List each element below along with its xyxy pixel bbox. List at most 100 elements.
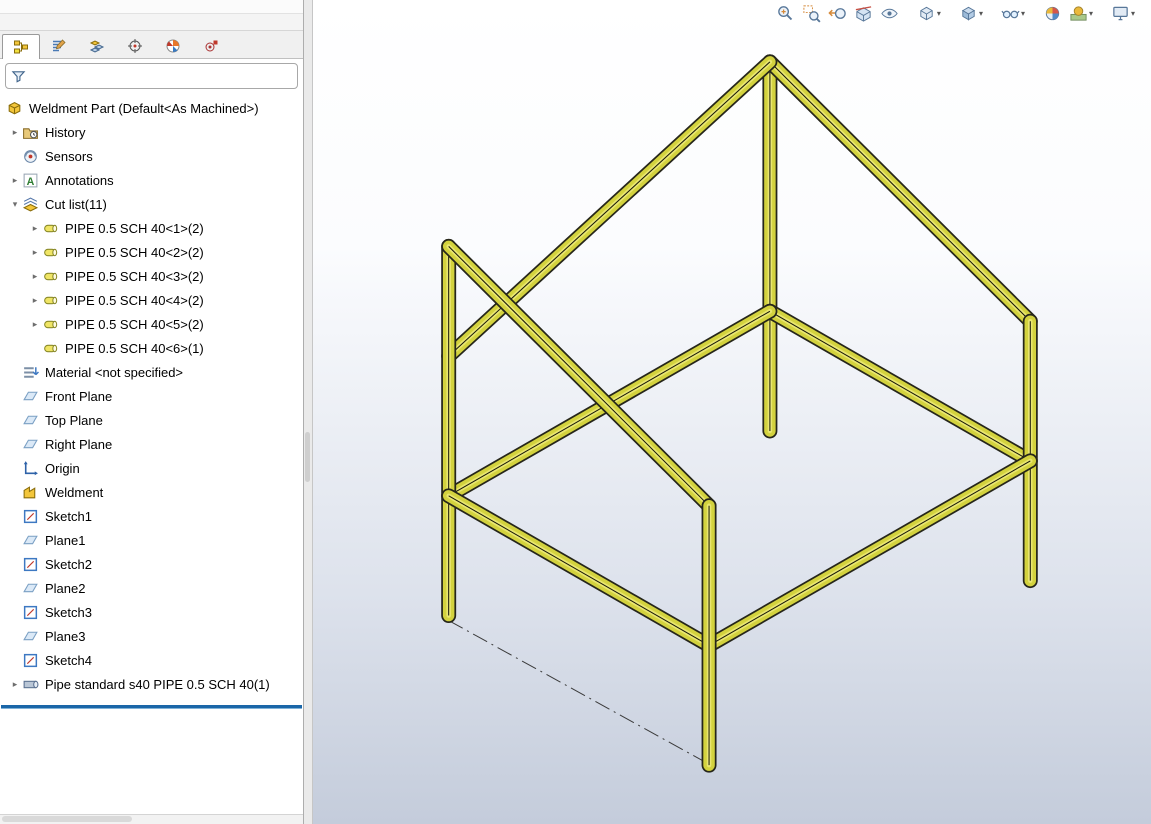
tree-item-pipe-0-5-sch-40-6-1[interactable]: PIPE 0.5 SCH 40<6>(1) [0, 336, 303, 360]
tree-item-pipe-0-5-sch-40-2-2[interactable]: ▸ PIPE 0.5 SCH 40<2>(2) [0, 240, 303, 264]
tree-item-label: Origin [41, 461, 80, 476]
tab-displaymanager[interactable] [154, 33, 192, 58]
scene-icon [1069, 4, 1088, 23]
cutitem-icon [42, 340, 61, 357]
tree-item-annotations[interactable]: ▸ A Annotations [0, 168, 303, 192]
tab-propertymanager[interactable] [40, 33, 78, 58]
scrollbar-thumb[interactable] [2, 816, 132, 822]
section-view-button[interactable] [852, 3, 875, 24]
zoom-to-fit-button[interactable] [774, 3, 797, 24]
dropdown-arrow-icon[interactable]: ▾ [979, 10, 983, 18]
filter-input[interactable] [31, 69, 292, 84]
view-settings-icon [1111, 4, 1130, 23]
expand-arrow-icon[interactable]: ▸ [28, 223, 42, 234]
apply-scene-button[interactable]: ▾ [1067, 3, 1095, 24]
cutitem-icon [42, 316, 61, 333]
filter-funnel-icon[interactable] [11, 69, 31, 84]
tree-item-label: Weldment Part (Default<As Machined>) [25, 101, 259, 116]
pipe-rail-front-right[interactable] [709, 461, 1030, 646]
tree-item-origin[interactable]: Origin [0, 456, 303, 480]
graphics-viewport[interactable]: ▾ ▾ ▾ ▾ ▾ [313, 0, 1151, 824]
tree-item-sketch4[interactable]: Sketch4 [0, 648, 303, 672]
tree-item-cut-list-11[interactable]: ▾Cut list(11) [0, 192, 303, 216]
pipe-rail-left-front[interactable] [449, 496, 709, 646]
expand-arrow-icon[interactable]: ▸ [28, 319, 42, 330]
dropdown-arrow-icon[interactable]: ▾ [1131, 10, 1135, 18]
expand-arrow-icon[interactable]: ▸ [8, 175, 22, 186]
tree-item-label: PIPE 0.5 SCH 40<3>(2) [61, 269, 204, 284]
tree-item-pipe-0-5-sch-40-4-2[interactable]: ▸ PIPE 0.5 SCH 40<4>(2) [0, 288, 303, 312]
dropdown-arrow-icon[interactable]: ▾ [1021, 10, 1025, 18]
tab-dimxpertmanager[interactable] [116, 33, 154, 58]
display-style-button[interactable]: ▾ [957, 3, 985, 24]
rollback-bar[interactable] [1, 705, 302, 709]
plane-icon [22, 388, 41, 405]
tree-item-pipe-0-5-sch-40-1-2[interactable]: ▸PIPE 0.5 SCH 40<1>(2) [0, 216, 303, 240]
feature-manager-panel: Weldment Part (Default<As Machined>) ▸His… [0, 0, 304, 824]
plane-icon [22, 412, 41, 429]
tree-item-label: Annotations [41, 173, 114, 188]
panel-horizontal-scrollbar[interactable] [0, 814, 303, 824]
pipe-rail-back-right[interactable] [770, 311, 1030, 461]
tree-item-label: PIPE 0.5 SCH 40<4>(2) [61, 293, 204, 308]
annotation-views-icon [880, 4, 899, 23]
tree-item-plane3[interactable]: Plane3 [0, 624, 303, 648]
tab-featuremanager[interactable] [2, 34, 40, 59]
dropdown-arrow-icon[interactable]: ▾ [937, 10, 941, 18]
tab-configurationmanager[interactable] [78, 33, 116, 58]
tree-item-plane1[interactable]: Plane1 [0, 528, 303, 552]
expand-arrow-icon[interactable]: ▸ [28, 271, 42, 282]
tree-item-label: PIPE 0.5 SCH 40<2>(2) [61, 245, 204, 260]
expand-arrow-icon[interactable]: ▸ [28, 295, 42, 306]
hide-show-items-button[interactable]: ▾ [999, 3, 1027, 24]
tree-item-sensors[interactable]: Sensors [0, 144, 303, 168]
tree-item-front-plane[interactable]: Front Plane [0, 384, 303, 408]
tree-item-weldment[interactable]: Weldment [0, 480, 303, 504]
tree-item-top-plane[interactable]: Top Plane [0, 408, 303, 432]
tree-item-pipe-standard-s40-pipe-0-5-sch-40-1[interactable]: ▸Pipe standard s40 PIPE 0.5 SCH 40(1) [0, 672, 303, 696]
view-cube-icon [917, 4, 936, 23]
expand-arrow-icon[interactable]: ▸ [8, 679, 22, 690]
tree-item-sketch2[interactable]: Sketch2 [0, 552, 303, 576]
previous-view-icon [828, 4, 847, 23]
dropdown-arrow-icon[interactable]: ▾ [1089, 10, 1093, 18]
view-settings-button[interactable]: ▾ [1109, 3, 1137, 24]
tree-item-label: PIPE 0.5 SCH 40<6>(1) [61, 341, 204, 356]
plane-icon [22, 436, 41, 453]
tree-item-label: Sketch2 [41, 557, 92, 572]
tree-item-material-not-specified[interactable]: Material <not specified> [0, 360, 303, 384]
view-orientation-button[interactable]: ▾ [915, 3, 943, 24]
tree-item-pipe-0-5-sch-40-5-2[interactable]: ▸PIPE 0.5 SCH 40<5>(2) [0, 312, 303, 336]
tree-item-label: Weldment [41, 485, 103, 500]
tree-item-weldment-part-default-as-machined[interactable]: Weldment Part (Default<As Machined>) [0, 96, 303, 120]
weldment-model[interactable] [313, 0, 1151, 824]
tree-item-right-plane[interactable]: Right Plane [0, 432, 303, 456]
tree-item-plane2[interactable]: Plane2 [0, 576, 303, 600]
edit-appearance-button[interactable] [1041, 3, 1064, 24]
solidworks-window: Weldment Part (Default<As Machined>) ▸His… [0, 0, 1151, 824]
tree-item-label: Front Plane [41, 389, 112, 404]
cutlist-icon [22, 196, 41, 213]
tab-cam-manager[interactable] [192, 33, 230, 58]
tree-item-sketch1[interactable]: Sketch1 [0, 504, 303, 528]
previous-view-button[interactable] [826, 3, 849, 24]
dynamic-annotation-views-button[interactable] [878, 3, 901, 24]
svg-text:A: A [27, 175, 35, 187]
splitter-collapse-handle[interactable] [305, 432, 310, 482]
tree-item-pipe-0-5-sch-40-3-2[interactable]: ▸ PIPE 0.5 SCH 40<3>(2) [0, 264, 303, 288]
expand-arrow-icon[interactable]: ▸ [28, 247, 42, 258]
tree-item-label: Plane2 [41, 581, 85, 596]
tree-item-label: Material <not specified> [41, 365, 183, 380]
expand-arrow-icon[interactable]: ▾ [8, 199, 22, 210]
display-icon [165, 38, 181, 54]
tree-item-label: Right Plane [41, 437, 112, 452]
zoom-to-area-button[interactable] [800, 3, 823, 24]
pipe-peak-brace-right[interactable] [770, 62, 1030, 321]
tree-item-label: Plane3 [41, 629, 85, 644]
tree-item-sketch3[interactable]: Sketch3 [0, 600, 303, 624]
pipe-peak-brace-left[interactable] [449, 62, 770, 356]
tree-item-history[interactable]: ▸History [0, 120, 303, 144]
panel-splitter[interactable] [304, 0, 313, 824]
expand-arrow-icon[interactable]: ▸ [8, 127, 22, 138]
construction-line[interactable] [449, 621, 709, 765]
